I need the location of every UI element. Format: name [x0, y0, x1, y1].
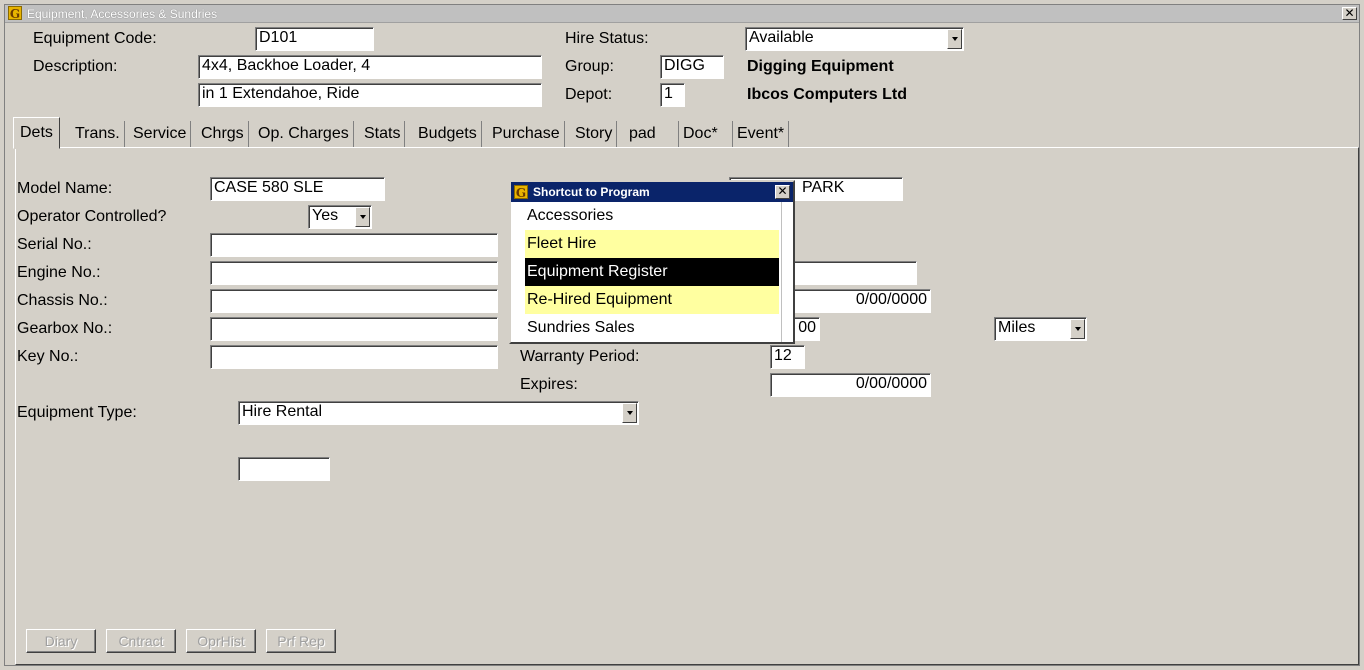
extra-field[interactable]: [238, 457, 330, 481]
tab-event[interactable]: Event*: [733, 121, 790, 147]
popup-item-re-hired-equipment[interactable]: Re-Hired Equipment: [525, 286, 779, 314]
group-code-field[interactable]: DIGG: [660, 55, 724, 79]
prf-rep-button[interactable]: Prf Rep: [266, 629, 336, 653]
key-no-label: Key No.:: [17, 348, 79, 365]
tab-pad[interactable]: pad: [625, 121, 679, 147]
chassis-no-label: Chassis No.:: [17, 292, 108, 309]
close-icon: ✕: [1344, 6, 1355, 20]
chassis-no-field[interactable]: [210, 289, 498, 313]
key-no-field[interactable]: [210, 345, 498, 369]
tab-service[interactable]: Service: [129, 121, 192, 147]
title-bar[interactable]: G Equipment, Accessories & Sundries ✕: [5, 5, 1359, 23]
gearbox-no-label: Gearbox No.:: [17, 320, 113, 337]
shortcut-popup: G Shortcut to Program ✕ Accessories Flee…: [509, 180, 795, 344]
description-label: Description:: [33, 58, 118, 75]
tab-story[interactable]: Story: [571, 121, 618, 147]
engine-no-label: Engine No.:: [17, 264, 101, 281]
chevron-down-icon[interactable]: [1070, 319, 1085, 339]
equipment-code-field[interactable]: D101: [255, 27, 374, 51]
meter-unit-select[interactable]: Miles: [994, 317, 1087, 341]
popup-title-bar[interactable]: G Shortcut to Program ✕: [511, 182, 793, 202]
popup-logo-icon: G: [514, 185, 528, 200]
hire-status-label: Hire Status:: [565, 30, 649, 47]
depot-name: Ibcos Computers Ltd: [747, 86, 908, 103]
description-line1-field[interactable]: 4x4, Backhoe Loader, 4: [198, 55, 542, 79]
chevron-down-icon[interactable]: [622, 403, 637, 423]
description-line2-field[interactable]: in 1 Extendahoe, Ride: [198, 83, 542, 107]
gearbox-no-field[interactable]: [210, 317, 498, 341]
popup-item-accessories[interactable]: Accessories: [525, 202, 779, 230]
tab-trans[interactable]: Trans.: [71, 121, 125, 147]
chevron-down-icon[interactable]: [355, 207, 370, 227]
expires-label: Expires:: [520, 376, 578, 393]
tab-doc[interactable]: Doc*: [679, 121, 733, 147]
popup-item-fleet-hire[interactable]: Fleet Hire: [525, 230, 779, 258]
diary-button[interactable]: Diary: [26, 629, 96, 653]
tab-chrgs[interactable]: Chrgs: [197, 121, 249, 147]
chevron-down-icon[interactable]: [947, 29, 962, 49]
tab-purchase[interactable]: Purchase: [488, 121, 565, 147]
equipment-type-select[interactable]: Hire Rental: [238, 401, 639, 425]
operator-controlled-value: Yes: [312, 207, 339, 224]
popup-item-sundries-sales[interactable]: Sundries Sales: [525, 314, 779, 342]
model-name-field[interactable]: CASE 580 SLE: [210, 177, 385, 201]
engine-no-field[interactable]: [210, 261, 498, 285]
close-icon: ✕: [777, 184, 788, 198]
expires-field[interactable]: 0/00/0000: [770, 373, 931, 397]
hire-status-value: Available: [749, 29, 814, 46]
contract-button[interactable]: Cntract: [106, 629, 176, 653]
oprhist-button[interactable]: OprHist: [186, 629, 256, 653]
operator-controlled-label: Operator Controlled?: [17, 208, 167, 225]
close-window-button[interactable]: ✕: [1342, 7, 1357, 20]
app-logo-icon: G: [8, 6, 22, 21]
group-label: Group:: [565, 58, 614, 75]
serial-no-field[interactable]: [210, 233, 498, 257]
meter-unit-value: Miles: [998, 319, 1036, 336]
tab-stats[interactable]: Stats: [360, 121, 406, 147]
popup-scrollbar[interactable]: [781, 202, 793, 342]
depot-label: Depot:: [565, 86, 613, 103]
popup-item-equipment-register[interactable]: Equipment Register: [525, 258, 779, 286]
operator-controlled-select[interactable]: Yes: [308, 205, 372, 229]
popup-title: Shortcut to Program: [533, 185, 650, 199]
group-name: Digging Equipment: [747, 58, 894, 75]
hire-status-select[interactable]: Available: [745, 27, 964, 51]
tab-op-charges[interactable]: Op. Charges: [254, 121, 354, 147]
window-title: Equipment, Accessories & Sundries: [27, 7, 218, 21]
model-name-label: Model Name:: [17, 180, 113, 197]
tab-budgets[interactable]: Budgets: [414, 121, 482, 147]
tab-dets[interactable]: Dets: [13, 117, 60, 149]
depot-code-field[interactable]: 1: [660, 83, 685, 107]
popup-close-button[interactable]: ✕: [775, 185, 790, 199]
equipment-code-label: Equipment Code:: [33, 30, 157, 47]
serial-no-label: Serial No.:: [17, 236, 92, 253]
warranty-period-field[interactable]: 12: [770, 345, 805, 369]
warranty-period-label: Warranty Period:: [520, 348, 640, 365]
equipment-type-value: Hire Rental: [242, 403, 323, 420]
equipment-type-label: Equipment Type:: [17, 404, 137, 421]
